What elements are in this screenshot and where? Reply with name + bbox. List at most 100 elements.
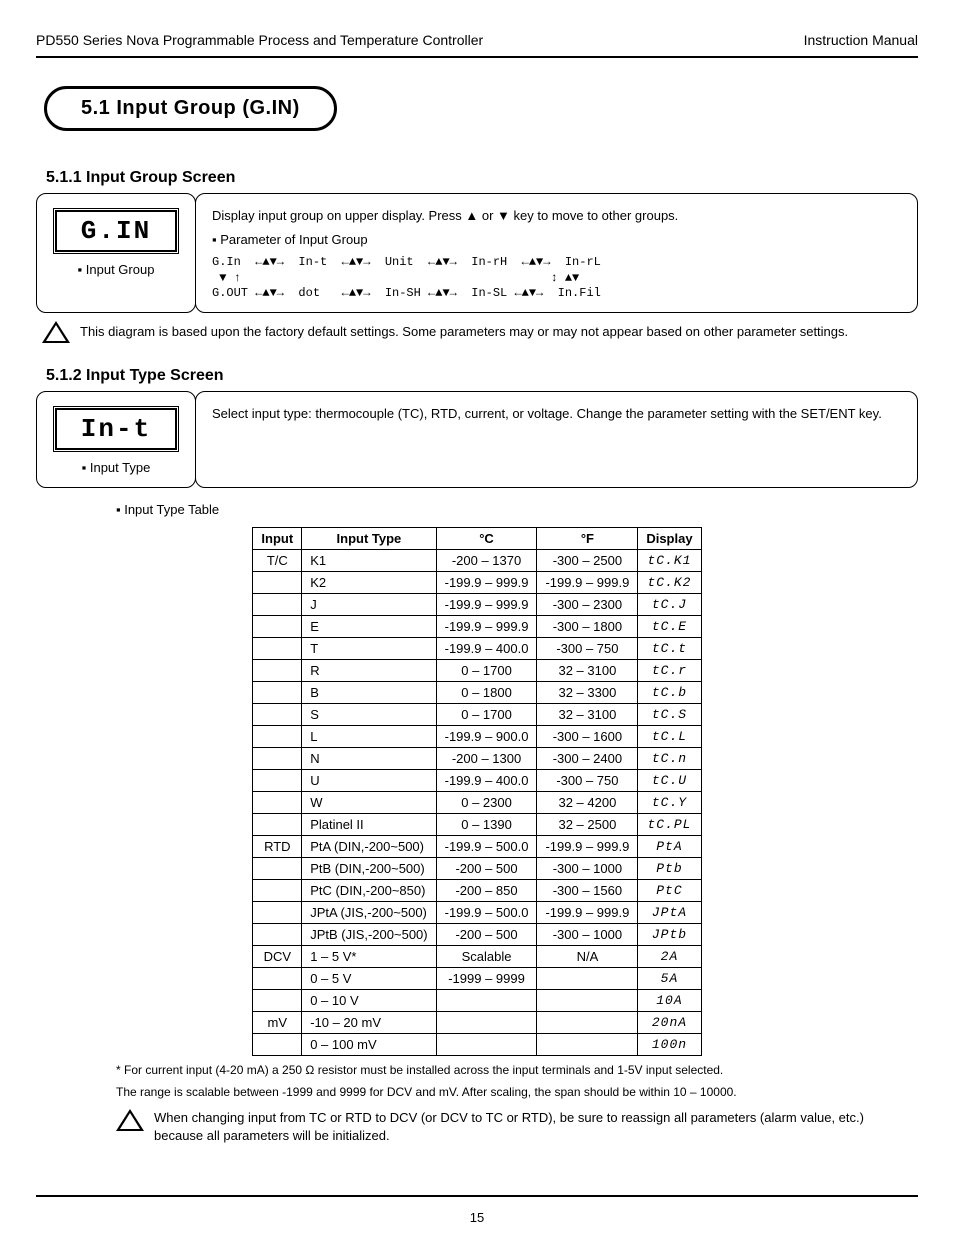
table-cell (253, 879, 302, 901)
table-cell: N (302, 747, 436, 769)
table-cell (253, 725, 302, 747)
panel-input-type: In-t ▪ Input Type Select input type: the… (36, 391, 918, 488)
table-cell: -300 – 1560 (537, 879, 638, 901)
table-cell: T/C (253, 549, 302, 571)
table-cell: -300 – 1600 (537, 725, 638, 747)
table-cell: JPtb (638, 923, 701, 945)
table-row: Platinel II0 – 139032 – 2500tC.PL (253, 813, 701, 835)
table-cell: RTD (253, 835, 302, 857)
lcd-label-type: ▪ Input Type (82, 460, 151, 477)
table-cell: 0 – 1390 (436, 813, 537, 835)
table-cell: -199.9 – 500.0 (436, 901, 537, 923)
table-cell: K2 (302, 571, 436, 593)
table-row: E-199.9 – 999.9-300 – 1800tC.E (253, 615, 701, 637)
subsection-title-type: 5.1.2 Input Type Screen (46, 367, 918, 385)
table-cell: -200 – 1370 (436, 549, 537, 571)
table-cell: tC.K2 (638, 571, 701, 593)
table-cell: tC.Y (638, 791, 701, 813)
table-cell: 32 – 2500 (537, 813, 638, 835)
table-cell: E (302, 615, 436, 637)
table-cell: 0 – 100 mV (302, 1033, 436, 1055)
table-cell: -199.9 – 999.9 (436, 593, 537, 615)
table-cell: -300 – 1000 (537, 857, 638, 879)
table-cell: tC.r (638, 659, 701, 681)
table-row: W0 – 230032 – 4200tC.Y (253, 791, 701, 813)
table-cell: -199.9 – 999.9 (537, 901, 638, 923)
table-row: 0 – 5 V-1999 – 9999 5A (253, 967, 701, 989)
table-cell: N/A (537, 945, 638, 967)
table-cell: -200 – 500 (436, 857, 537, 879)
table-cell: -200 – 1300 (436, 747, 537, 769)
table-row: L-199.9 – 900.0-300 – 1600tC.L (253, 725, 701, 747)
table-row: K2-199.9 – 999.9-199.9 – 999.9tC.K2 (253, 571, 701, 593)
table-row: S0 – 170032 – 3100tC.S (253, 703, 701, 725)
caution-icon (116, 1109, 144, 1131)
table-cell: mV (253, 1011, 302, 1033)
table-cell (253, 593, 302, 615)
table-row: JPtA (JIS,-200~500)-199.9 – 500.0-199.9 … (253, 901, 701, 923)
table-cell: PtC (638, 879, 701, 901)
lcd-screen-type: In-t (53, 406, 179, 452)
table-cell (253, 637, 302, 659)
table-cell: 0 – 2300 (436, 791, 537, 813)
table-row: RTDPtA (DIN,-200~500)-199.9 – 500.0-199.… (253, 835, 701, 857)
table-cell: 10A (638, 989, 701, 1011)
table-cell: 20nA (638, 1011, 701, 1033)
header-left: PD550 Series Nova Programmable Process a… (36, 32, 483, 48)
group-desc-line1: Display input group on upper display. Pr… (212, 206, 901, 226)
table-cell: 32 – 4200 (537, 791, 638, 813)
table-cell: tC.S (638, 703, 701, 725)
table-cell: -300 – 750 (537, 637, 638, 659)
table-cell: -10 – 20 mV (302, 1011, 436, 1033)
table-cell: 0 – 10 V (302, 989, 436, 1011)
table-cell (253, 901, 302, 923)
table-cell: T (302, 637, 436, 659)
table-cell: tC.PL (638, 813, 701, 835)
table-cell: 0 – 5 V (302, 967, 436, 989)
table-cell (253, 989, 302, 1011)
table-cell (253, 791, 302, 813)
lcd-box-type: In-t ▪ Input Type (36, 391, 196, 488)
caution-text-2: When changing input from TC or RTD to DC… (154, 1109, 896, 1145)
table-cell: 32 – 3300 (537, 681, 638, 703)
table-cell: -199.9 – 400.0 (436, 637, 537, 659)
table-cell: 2A (638, 945, 701, 967)
table-cell: DCV (253, 945, 302, 967)
table-cell: 0 – 1700 (436, 703, 537, 725)
table-cell (253, 967, 302, 989)
table-cell: J (302, 593, 436, 615)
th-input: Input (253, 527, 302, 549)
table-cell: tC.U (638, 769, 701, 791)
lcd-box-group: G.IN ▪ Input Group (36, 193, 196, 313)
table-cell: S (302, 703, 436, 725)
table-cell: R (302, 659, 436, 681)
table-cell: U (302, 769, 436, 791)
desc-box-type: Select input type: thermocouple (TC), RT… (195, 391, 918, 488)
table-cell: B (302, 681, 436, 703)
group-desc-line2: ▪ Parameter of Input Group (212, 230, 901, 250)
table-cell: 5A (638, 967, 701, 989)
th-f: °F (537, 527, 638, 549)
table-cell (253, 923, 302, 945)
table-cell (537, 1033, 638, 1055)
table-note-2: The range is scalable between -1999 and … (116, 1084, 896, 1101)
caution-row-2: When changing input from TC or RTD to DC… (116, 1109, 896, 1145)
page-header: PD550 Series Nova Programmable Process a… (36, 32, 918, 48)
table-row: 0 – 10 V 10A (253, 989, 701, 1011)
table-cell: -300 – 2500 (537, 549, 638, 571)
input-type-table: Input Input Type °C °F Display T/CK1-200… (252, 527, 701, 1056)
section-title: 5.1 Input Group (G.IN) (44, 86, 337, 131)
table-row: mV-10 – 20 mV 20nA (253, 1011, 701, 1033)
panel-input-group: G.IN ▪ Input Group Display input group o… (36, 193, 918, 313)
table-cell: W (302, 791, 436, 813)
table-cell: L (302, 725, 436, 747)
table-row: T-199.9 – 400.0-300 – 750tC.t (253, 637, 701, 659)
header-right: Instruction Manual (804, 32, 918, 48)
table-cell (253, 857, 302, 879)
table-cell: -200 – 850 (436, 879, 537, 901)
table-cell: -1999 – 9999 (436, 967, 537, 989)
table-cell: -300 – 750 (537, 769, 638, 791)
table-row: B0 – 180032 – 3300tC.b (253, 681, 701, 703)
table-cell: tC.E (638, 615, 701, 637)
table-cell: -199.9 – 999.9 (537, 835, 638, 857)
